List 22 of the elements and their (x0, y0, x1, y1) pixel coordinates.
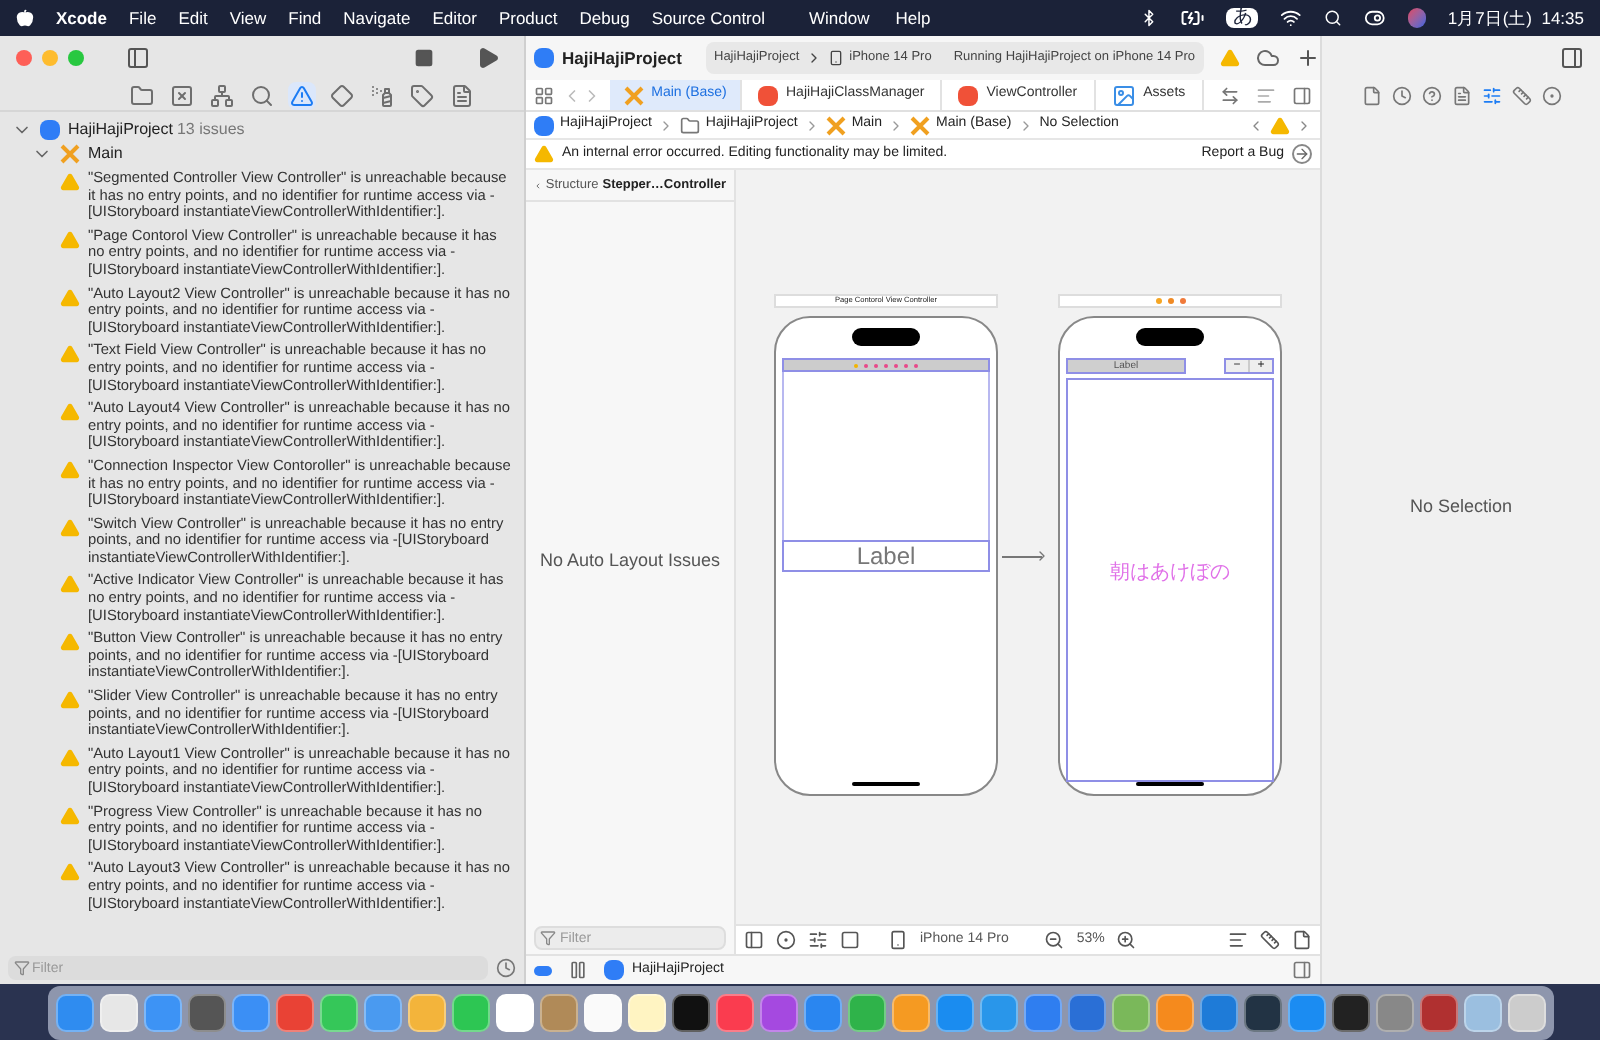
menu-item[interactable]: Editor (432, 5, 477, 31)
input-method-indicator[interactable]: あ (1226, 8, 1259, 28)
menu-item[interactable]: Find (288, 5, 322, 31)
menu-item[interactable]: Debug (579, 5, 630, 31)
menu-item[interactable]: Source Control (651, 5, 766, 31)
menu-item[interactable]: Navigate (343, 5, 411, 31)
menu-item[interactable]: View (229, 5, 267, 31)
menu-item[interactable]: Xcode (55, 5, 107, 31)
issue-count: 13 issues (176, 118, 245, 142)
text-view-content: 朝はあけぼの (1110, 559, 1230, 587)
menu-item[interactable]: Window (809, 5, 870, 31)
clock[interactable]: 1月7日(土) 14:35 (1447, 5, 1584, 31)
label-element[interactable]: Label (782, 540, 990, 572)
menu-item[interactable]: File (128, 5, 157, 31)
project-name[interactable]: HajiHajiProject (68, 118, 173, 142)
menu-item[interactable]: Edit (178, 5, 208, 31)
auto-layout-message: No Auto Layout Issues (539, 548, 721, 575)
project-title: HajiHajiProject (562, 45, 682, 71)
menu-item[interactable]: Help (895, 5, 931, 31)
no-selection-message: No Selection (1409, 494, 1513, 521)
group-name[interactable]: Main (88, 142, 123, 166)
menu-item[interactable]: Product (498, 5, 558, 31)
